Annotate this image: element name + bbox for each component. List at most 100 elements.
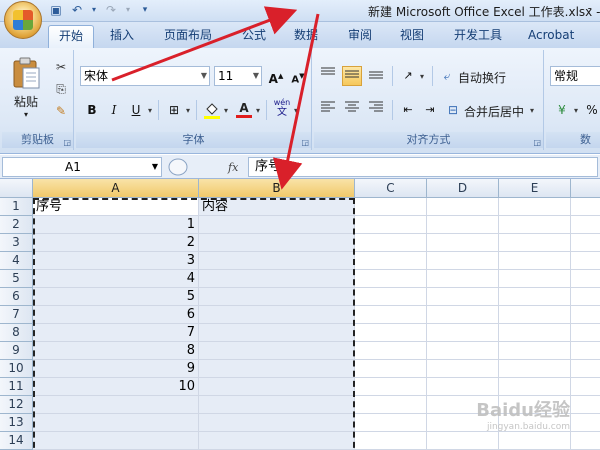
grid-cell[interactable]: [427, 216, 499, 234]
grid-cell[interactable]: [33, 396, 199, 414]
redo-icon[interactable]: ↷: [103, 2, 119, 18]
grid-cell[interactable]: [355, 288, 427, 306]
shrink-font-button[interactable]: A▼: [288, 66, 308, 86]
grid-cell[interactable]: [499, 288, 571, 306]
grid-cell[interactable]: [199, 288, 355, 306]
grid-cell[interactable]: [199, 432, 355, 450]
grid-cell[interactable]: [571, 216, 600, 234]
format-painter-icon[interactable]: ✎: [52, 102, 70, 120]
row-header[interactable]: 12: [0, 396, 33, 414]
grid-cell[interactable]: [199, 396, 355, 414]
grid-cell[interactable]: 8: [33, 342, 199, 360]
font-color-button[interactable]: A: [234, 98, 254, 118]
chevron-down-icon[interactable]: ▾: [528, 102, 536, 120]
paste-dropdown-icon[interactable]: ▾: [6, 110, 46, 119]
grid-cell[interactable]: [499, 216, 571, 234]
chevron-down-icon[interactable]: ▾: [137, 2, 153, 18]
grid-cell[interactable]: [355, 342, 427, 360]
row-header[interactable]: 5: [0, 270, 33, 288]
percent-icon[interactable]: %: [582, 100, 600, 120]
phonetic-guide-button[interactable]: wén 文: [272, 98, 292, 118]
grid-cell[interactable]: [571, 270, 600, 288]
dialog-launcher-icon[interactable]: ◲: [63, 138, 71, 147]
column-header-f[interactable]: [571, 179, 600, 198]
font-size-combo[interactable]: 11 ▼: [214, 66, 262, 86]
formula-input[interactable]: 序号: [248, 157, 598, 177]
grid-cell[interactable]: [33, 432, 199, 450]
font-name-combo[interactable]: 宋体 ▼: [80, 66, 210, 86]
grid-cell[interactable]: 1: [33, 216, 199, 234]
grid-cell[interactable]: [427, 360, 499, 378]
grid-cell[interactable]: [427, 378, 499, 396]
dialog-launcher-icon[interactable]: ◲: [301, 138, 309, 147]
increase-indent-icon[interactable]: ⇥: [420, 100, 440, 120]
align-center-icon[interactable]: [342, 100, 362, 120]
row-header[interactable]: 13: [0, 414, 33, 432]
grid-cell[interactable]: [355, 270, 427, 288]
grid-cell[interactable]: [199, 270, 355, 288]
grid-cell[interactable]: [355, 378, 427, 396]
underline-button[interactable]: U: [126, 100, 146, 120]
grid-cell[interactable]: [571, 360, 600, 378]
currency-icon[interactable]: ¥: [552, 100, 572, 120]
grid-cell[interactable]: 3: [33, 252, 199, 270]
orientation-icon[interactable]: ↗: [398, 66, 418, 86]
grid-cell[interactable]: [355, 396, 427, 414]
office-button[interactable]: [4, 1, 42, 39]
grid-cell[interactable]: 2: [33, 234, 199, 252]
tab-acrobat[interactable]: Acrobat: [518, 25, 584, 48]
save-icon[interactable]: ▣: [48, 2, 64, 18]
merge-center-button[interactable]: 合并后居中: [464, 103, 524, 120]
row-header[interactable]: 8: [0, 324, 33, 342]
align-bottom-icon[interactable]: [366, 66, 386, 86]
grid-cell[interactable]: [499, 306, 571, 324]
grid-cell[interactable]: [427, 306, 499, 324]
wrap-text-button[interactable]: 自动换行: [458, 69, 506, 86]
cut-icon[interactable]: ✂: [52, 58, 70, 76]
chevron-down-icon[interactable]: ▾: [146, 102, 154, 120]
grid-cell[interactable]: [355, 432, 427, 450]
number-format-combo[interactable]: 常规: [550, 66, 600, 86]
grid-cell[interactable]: [571, 378, 600, 396]
grid-cell[interactable]: [571, 396, 600, 414]
tab-review[interactable]: 审阅: [338, 25, 382, 48]
grid-cell[interactable]: [427, 324, 499, 342]
column-header-a[interactable]: A: [33, 179, 199, 198]
grid-cell[interactable]: [199, 324, 355, 342]
grid-cell[interactable]: [571, 234, 600, 252]
redo-dropdown-icon[interactable]: ▾: [124, 2, 132, 18]
grid-cell[interactable]: [571, 342, 600, 360]
italic-button[interactable]: I: [104, 100, 124, 120]
grid-cell[interactable]: [571, 306, 600, 324]
grid-cell[interactable]: [355, 360, 427, 378]
column-header-b[interactable]: B: [199, 179, 355, 198]
column-header-d[interactable]: D: [427, 179, 499, 198]
bold-button[interactable]: B: [82, 100, 102, 120]
grid-cell[interactable]: 10: [33, 378, 199, 396]
align-top-icon[interactable]: [318, 66, 338, 86]
grid-cell[interactable]: [571, 288, 600, 306]
row-header[interactable]: 9: [0, 342, 33, 360]
chevron-down-icon[interactable]: ▾: [418, 68, 426, 86]
grid-cell[interactable]: [199, 414, 355, 432]
grid-cell[interactable]: 5: [33, 288, 199, 306]
row-header[interactable]: 7: [0, 306, 33, 324]
chevron-down-icon[interactable]: ▾: [184, 102, 192, 120]
row-header[interactable]: 6: [0, 288, 33, 306]
name-box[interactable]: A1 ▼: [2, 157, 162, 177]
grid-cell[interactable]: [427, 198, 499, 216]
select-all-corner[interactable]: [0, 179, 33, 198]
column-header-c[interactable]: C: [355, 179, 427, 198]
grid-cell[interactable]: [499, 252, 571, 270]
decrease-indent-icon[interactable]: ⇤: [398, 100, 418, 120]
tab-formulas[interactable]: 公式: [232, 25, 276, 48]
align-middle-icon[interactable]: [342, 66, 362, 86]
tab-developer[interactable]: 开发工具: [444, 25, 512, 48]
row-header[interactable]: 11: [0, 378, 33, 396]
grid-cell[interactable]: [499, 342, 571, 360]
grid-cell[interactable]: 序号: [33, 198, 199, 216]
grid-cell[interactable]: [199, 342, 355, 360]
copy-icon[interactable]: ⎘: [52, 80, 70, 98]
grid-cell[interactable]: 6: [33, 306, 199, 324]
column-header-e[interactable]: E: [499, 179, 571, 198]
